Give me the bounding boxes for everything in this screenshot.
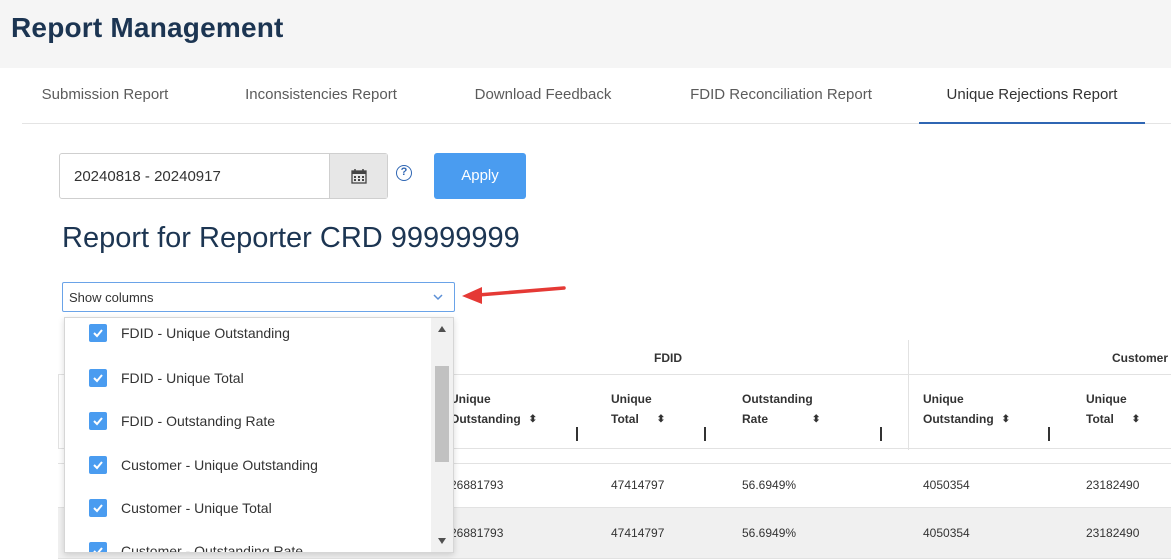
page-header: Report Management bbox=[0, 0, 1171, 68]
tab-submission-report[interactable]: Submission Report bbox=[35, 68, 175, 124]
col-fdid-outstanding-rate[interactable]: Outstanding Rate ⬍ bbox=[742, 389, 820, 430]
col-fdid-unique-outstanding[interactable]: Unique Outstanding ⬍ bbox=[450, 389, 537, 430]
column-option-customer-unique-total[interactable]: Customer - Unique Total bbox=[89, 497, 272, 519]
column-option-fdid-unique-outstanding[interactable]: FDID - Unique Outstanding bbox=[89, 322, 290, 344]
tab-fdid-reconciliation-report[interactable]: FDID Reconciliation Report bbox=[676, 68, 886, 124]
col-fdid-unique-total[interactable]: Unique Total ⬍ bbox=[611, 389, 665, 430]
checkbox-checked-icon[interactable] bbox=[89, 542, 107, 552]
report-heading: Report for Reporter CRD 99999999 bbox=[62, 222, 520, 254]
show-columns-placeholder: Show columns bbox=[69, 290, 154, 305]
column-option-customer-unique-outstanding[interactable]: Customer - Unique Outstanding bbox=[89, 454, 318, 476]
calendar-button[interactable] bbox=[329, 154, 387, 198]
page-title: Report Management bbox=[11, 12, 284, 43]
scroll-down-icon[interactable] bbox=[437, 537, 447, 545]
checkbox-checked-icon[interactable] bbox=[89, 324, 107, 342]
column-option-fdid-outstanding-rate[interactable]: FDID - Outstanding Rate bbox=[89, 410, 275, 432]
calendar-icon bbox=[350, 169, 367, 184]
sort-icon[interactable]: ⬍ bbox=[1132, 410, 1140, 430]
scroll-up-icon[interactable] bbox=[437, 325, 447, 333]
checkbox-checked-icon[interactable] bbox=[89, 412, 107, 430]
checkbox-checked-icon[interactable] bbox=[89, 456, 107, 474]
column-option-fdid-unique-total[interactable]: FDID - Unique Total bbox=[89, 367, 244, 389]
apply-button[interactable]: Apply bbox=[434, 153, 526, 199]
tab-download-feedback[interactable]: Download Feedback bbox=[460, 68, 626, 124]
col-customer-unique-total[interactable]: Unique Total ⬍ bbox=[1086, 389, 1140, 430]
tab-bar: Submission Report Inconsistencies Report… bbox=[22, 68, 1171, 124]
date-range-value: 20240818 - 20240917 bbox=[74, 168, 221, 185]
scrollbar-thumb[interactable] bbox=[435, 366, 449, 462]
show-columns-select[interactable]: Show columns bbox=[62, 282, 455, 312]
sort-icon[interactable]: ⬍ bbox=[812, 410, 820, 430]
column-option-customer-outstanding-rate[interactable]: Customer - Outstanding Rate bbox=[89, 540, 303, 552]
checkbox-checked-icon[interactable] bbox=[89, 499, 107, 517]
tab-unique-rejections-report[interactable]: Unique Rejections Report bbox=[919, 68, 1145, 124]
tab-inconsistencies-report[interactable]: Inconsistencies Report bbox=[229, 68, 413, 124]
checkbox-checked-icon[interactable] bbox=[89, 369, 107, 387]
date-range-input[interactable]: 20240818 - 20240917 bbox=[59, 153, 388, 199]
group-fdid: FDID bbox=[654, 351, 682, 365]
sort-icon[interactable]: ⬍ bbox=[529, 410, 537, 430]
group-customer: Customer bbox=[1112, 351, 1169, 365]
sort-icon[interactable]: ⬍ bbox=[1002, 410, 1010, 430]
dropdown-scrollbar[interactable] bbox=[431, 318, 453, 552]
sort-icon[interactable]: ⬍ bbox=[657, 410, 665, 430]
help-icon[interactable]: ? bbox=[396, 165, 412, 181]
annotation-arrow-icon bbox=[462, 286, 566, 304]
chevron-down-icon bbox=[433, 294, 443, 301]
show-columns-dropdown[interactable]: FDID - Unique Outstanding FDID - Unique … bbox=[64, 317, 454, 553]
col-customer-unique-outstanding[interactable]: Unique Outstanding ⬍ bbox=[923, 389, 1010, 430]
